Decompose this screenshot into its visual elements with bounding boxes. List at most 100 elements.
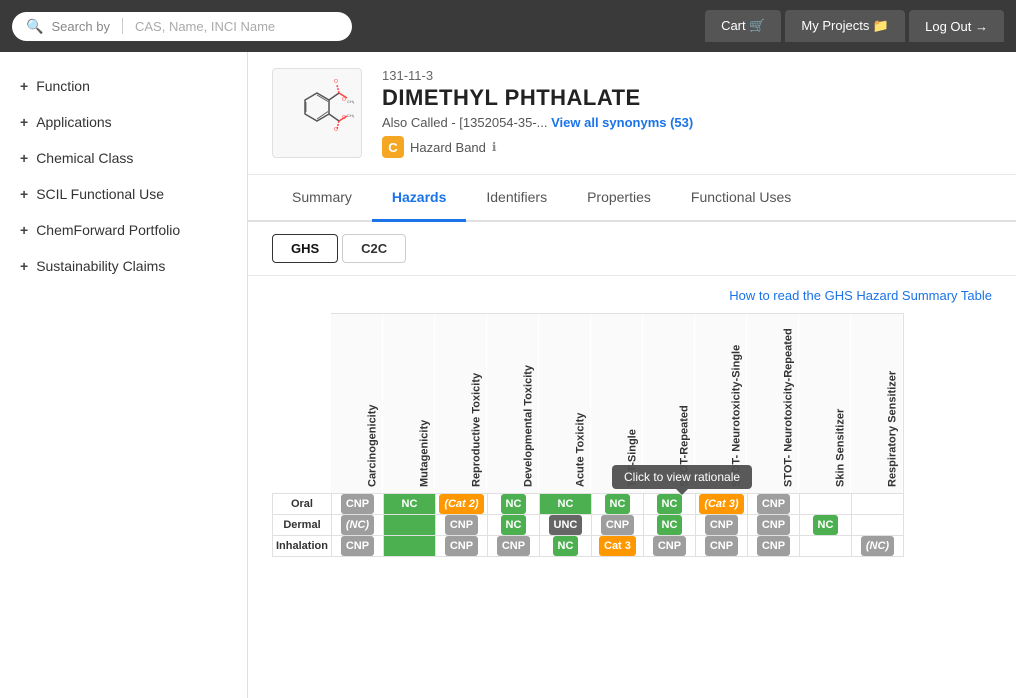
tab-properties[interactable]: Properties <box>567 175 671 222</box>
cas-number: 131-11-3 <box>382 68 992 83</box>
cell-oral-skin[interactable] <box>799 494 851 515</box>
cell-oral-dev[interactable]: NC <box>487 494 539 515</box>
plus-icon: + <box>20 78 28 94</box>
tab-identifiers[interactable]: Identifiers <box>466 175 567 222</box>
search-icon: 🔍 <box>26 18 43 35</box>
svg-text:O: O <box>342 115 346 121</box>
cell-inhal-acute[interactable]: NC <box>539 536 591 557</box>
th-empty <box>273 314 332 494</box>
logout-tab[interactable]: Log Out → <box>909 10 1004 42</box>
chemical-info: 131-11-3 DIMETHYL PHTHALATE Also Called … <box>382 68 992 158</box>
cell-oral-repro[interactable]: (Cat 2) <box>435 494 487 515</box>
sidebar-item-chemforward[interactable]: + ChemForward Portfolio <box>0 212 247 248</box>
cell-inhal-repro[interactable]: CNP <box>435 536 487 557</box>
svg-text:O: O <box>342 97 346 103</box>
my-projects-tab[interactable]: My Projects 📁 <box>785 10 905 42</box>
th-respiratory: Respiratory Sensitizer <box>851 314 903 494</box>
cell-inhal-dev[interactable]: CNP <box>487 536 539 557</box>
th-reproductive: Reproductive Toxicity <box>435 314 487 494</box>
cell-dermal-repro[interactable]: CNP <box>435 515 487 536</box>
cart-tab[interactable]: Cart 🛒 <box>705 10 781 42</box>
synonyms-link[interactable]: View all synonyms (53) <box>551 115 693 130</box>
sidebar-item-label: Function <box>36 78 90 94</box>
ghs-table-help-link[interactable]: How to read the GHS Hazard Summary Table <box>729 288 992 303</box>
cell-inhal-skin[interactable] <box>799 536 851 557</box>
cell-inhal-stot[interactable]: CNP <box>643 536 695 557</box>
sidebar-item-chemical-class[interactable]: + Chemical Class <box>0 140 247 176</box>
sidebar-item-label: SCIL Functional Use <box>36 186 164 202</box>
plus-icon: + <box>20 114 28 130</box>
search-box[interactable]: 🔍 Search by CAS, Name, INCI Name <box>12 12 352 41</box>
hazard-band: C Hazard Band ℹ <box>382 136 992 158</box>
sidebar-item-applications[interactable]: + Applications <box>0 104 247 140</box>
cell-inhal-tot[interactable]: Cat 3 <box>591 536 643 557</box>
ghs-table-container: Click to view rationale Carcinogenicity … <box>272 313 992 557</box>
sidebar-item-function[interactable]: + Function <box>0 68 247 104</box>
main-tabs: Summary Hazards Identifiers Properties F… <box>248 175 1016 222</box>
cell-dermal-tot[interactable]: CNP <box>591 515 643 536</box>
cell-dermal-carc[interactable]: (NC) <box>331 515 383 536</box>
cell-dermal-resp[interactable] <box>851 515 903 536</box>
chemical-header: O O CH₃ O O CH₃ 131-11-3 DIMETHYL PHTHAL… <box>248 52 1016 175</box>
cell-dermal-skin[interactable]: NC <box>799 515 851 536</box>
ghs-area: How to read the GHS Hazard Summary Table… <box>248 276 1016 557</box>
cell-dermal-acute[interactable]: UNC <box>539 515 591 536</box>
table-row: Inhalation CNP CNP CNP NC Cat 3 CNP CNP … <box>273 536 904 557</box>
plus-icon: + <box>20 150 28 166</box>
nav-tabs: Cart 🛒 My Projects 📁 Log Out → <box>705 10 1004 42</box>
content: O O CH₃ O O CH₃ 131-11-3 DIMETHYL PHTHAL… <box>248 52 1016 698</box>
cell-oral-acute[interactable]: NC <box>539 494 591 515</box>
cell-dermal-neuro-r[interactable]: CNP <box>747 515 799 536</box>
cell-oral-neuro-s[interactable]: (Cat 3) <box>695 494 747 515</box>
hazard-badge: C <box>382 136 404 158</box>
th-stot-neuro-repeated: STOT- Neurotoxicity-Repeated <box>747 314 799 494</box>
sub-tabs: GHS C2C <box>248 222 1016 276</box>
cell-inhal-mut[interactable] <box>383 536 435 557</box>
cell-inhal-resp[interactable]: (NC) <box>851 536 903 557</box>
row-label-inhalation: Inhalation <box>273 536 332 557</box>
info-icon[interactable]: ℹ <box>492 140 497 154</box>
ghs-link-row: How to read the GHS Hazard Summary Table <box>272 288 992 303</box>
sidebar-item-label: Applications <box>36 114 112 130</box>
cell-inhal-neuro-s[interactable]: CNP <box>695 536 747 557</box>
sidebar-item-sustainability[interactable]: + Sustainability Claims <box>0 248 247 284</box>
table-row: Oral CNP NC (Cat 2) NC NC NC NC (Cat 3) … <box>273 494 904 515</box>
th-carcinogenicity: Carcinogenicity <box>331 314 383 494</box>
th-mutagenicity: Mutagenicity <box>383 314 435 494</box>
main-layout: + Function + Applications + Chemical Cla… <box>0 52 1016 698</box>
sidebar-item-label: ChemForward Portfolio <box>36 222 180 238</box>
cell-oral-resp[interactable] <box>851 494 903 515</box>
row-label-dermal: Dermal <box>273 515 332 536</box>
sidebar: + Function + Applications + Chemical Cla… <box>0 52 248 698</box>
cell-dermal-stot[interactable]: NC <box>643 515 695 536</box>
svg-text:CH₃: CH₃ <box>347 99 355 104</box>
tab-functional-uses[interactable]: Functional Uses <box>671 175 811 222</box>
cell-inhal-carc[interactable]: CNP <box>331 536 383 557</box>
cell-oral-carc[interactable]: CNP <box>331 494 383 515</box>
plus-icon: + <box>20 186 28 202</box>
cell-oral-neuro-r[interactable]: CNP <box>747 494 799 515</box>
cell-oral-tot[interactable]: NC <box>591 494 643 515</box>
search-placeholder: CAS, Name, INCI Name <box>135 19 275 34</box>
hazard-table: Carcinogenicity Mutagenicity Reproductiv… <box>272 313 904 557</box>
th-skin-sensitizer: Skin Sensitizer <box>799 314 851 494</box>
hazard-band-label: Hazard Band <box>410 140 486 155</box>
th-developmental: Developmental Toxicity <box>487 314 539 494</box>
tab-summary[interactable]: Summary <box>272 175 372 222</box>
th-acute: Acute Toxicity <box>539 314 591 494</box>
sub-tab-c2c[interactable]: C2C <box>342 234 406 263</box>
svg-text:CH₃: CH₃ <box>347 113 355 118</box>
search-divider <box>122 18 123 34</box>
svg-text:O: O <box>334 127 338 133</box>
tooltip-box: Click to view rationale <box>612 465 752 489</box>
cell-dermal-neuro-s[interactable]: CNP <box>695 515 747 536</box>
tab-hazards[interactable]: Hazards <box>372 175 466 222</box>
row-label-oral: Oral <box>273 494 332 515</box>
sub-tab-ghs[interactable]: GHS <box>272 234 338 263</box>
also-called: Also Called - [1352054-35-... View all s… <box>382 115 992 130</box>
sidebar-item-scil[interactable]: + SCIL Functional Use <box>0 176 247 212</box>
cell-inhal-neuro-r[interactable]: CNP <box>747 536 799 557</box>
cell-dermal-dev[interactable]: NC <box>487 515 539 536</box>
cell-dermal-mut[interactable] <box>383 515 435 536</box>
cell-oral-mut[interactable]: NC <box>383 494 435 515</box>
